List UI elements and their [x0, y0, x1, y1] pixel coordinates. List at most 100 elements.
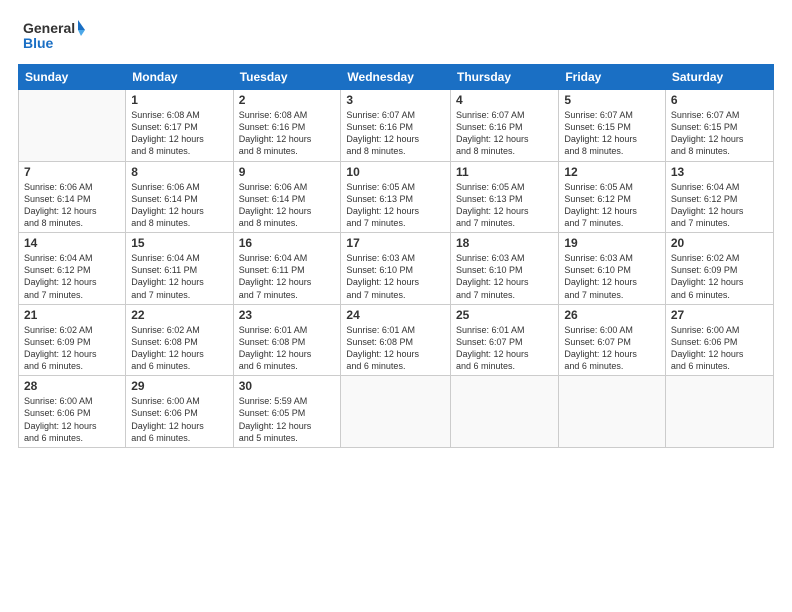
- day-info: Sunrise: 6:07 AM Sunset: 6:15 PM Dayligh…: [564, 109, 660, 158]
- day-info: Sunrise: 6:07 AM Sunset: 6:16 PM Dayligh…: [346, 109, 445, 158]
- day-info: Sunrise: 6:04 AM Sunset: 6:12 PM Dayligh…: [24, 252, 120, 301]
- logo-svg: General Blue: [18, 18, 88, 54]
- weekday-header-tuesday: Tuesday: [233, 65, 341, 90]
- calendar-cell: 17 Sunrise: 6:03 AM Sunset: 6:10 PM Dayli…: [341, 233, 451, 305]
- day-info: Sunrise: 6:08 AM Sunset: 6:17 PM Dayligh…: [131, 109, 227, 158]
- logo: General Blue: [18, 18, 88, 54]
- calendar-cell: 25 Sunrise: 6:01 AM Sunset: 6:07 PM Dayli…: [451, 304, 559, 376]
- day-number: 1: [131, 93, 227, 107]
- calendar-cell: 8 Sunrise: 6:06 AM Sunset: 6:14 PM Daylig…: [126, 161, 233, 233]
- day-info: Sunrise: 6:07 AM Sunset: 6:16 PM Dayligh…: [456, 109, 553, 158]
- day-info: Sunrise: 6:03 AM Sunset: 6:10 PM Dayligh…: [456, 252, 553, 301]
- calendar-cell: 22 Sunrise: 6:02 AM Sunset: 6:08 PM Dayli…: [126, 304, 233, 376]
- calendar-cell: 2 Sunrise: 6:08 AM Sunset: 6:16 PM Daylig…: [233, 90, 341, 162]
- calendar-cell: 12 Sunrise: 6:05 AM Sunset: 6:12 PM Dayli…: [559, 161, 666, 233]
- day-number: 20: [671, 236, 768, 250]
- day-number: 2: [239, 93, 336, 107]
- day-number: 26: [564, 308, 660, 322]
- calendar-cell: 28Sunrise: 6:00 AM Sunset: 6:06 PM Dayli…: [19, 376, 126, 448]
- calendar-cell: 30 Sunrise: 5:59 AM Sunset: 6:05 PM Dayli…: [233, 376, 341, 448]
- day-info: Sunrise: 6:01 AM Sunset: 6:08 PM Dayligh…: [239, 324, 336, 373]
- day-number: 25: [456, 308, 553, 322]
- weekday-header-sunday: Sunday: [19, 65, 126, 90]
- day-number: 4: [456, 93, 553, 107]
- day-number: 5: [564, 93, 660, 107]
- day-number: 16: [239, 236, 336, 250]
- day-number: 18: [456, 236, 553, 250]
- svg-text:Blue: Blue: [23, 35, 54, 51]
- day-info: Sunrise: 6:04 AM Sunset: 6:11 PM Dayligh…: [239, 252, 336, 301]
- day-info: Sunrise: 6:05 AM Sunset: 6:13 PM Dayligh…: [456, 181, 553, 230]
- header: General Blue: [18, 18, 774, 54]
- calendar-cell: 10 Sunrise: 6:05 AM Sunset: 6:13 PM Dayli…: [341, 161, 451, 233]
- calendar-cell: 16 Sunrise: 6:04 AM Sunset: 6:11 PM Dayli…: [233, 233, 341, 305]
- calendar-cell: 19 Sunrise: 6:03 AM Sunset: 6:10 PM Dayli…: [559, 233, 666, 305]
- day-info: Sunrise: 6:00 AM Sunset: 6:06 PM Dayligh…: [131, 395, 227, 444]
- calendar-cell: [559, 376, 666, 448]
- day-number: 17: [346, 236, 445, 250]
- day-number: 30: [239, 379, 336, 393]
- day-number: 21: [24, 308, 120, 322]
- day-info: Sunrise: 6:01 AM Sunset: 6:08 PM Dayligh…: [346, 324, 445, 373]
- day-info: Sunrise: 6:08 AM Sunset: 6:16 PM Dayligh…: [239, 109, 336, 158]
- day-number: 13: [671, 165, 768, 179]
- day-number: 8: [131, 165, 227, 179]
- day-info: Sunrise: 6:04 AM Sunset: 6:11 PM Dayligh…: [131, 252, 227, 301]
- day-info: Sunrise: 6:06 AM Sunset: 6:14 PM Dayligh…: [239, 181, 336, 230]
- calendar-cell: 18 Sunrise: 6:03 AM Sunset: 6:10 PM Dayli…: [451, 233, 559, 305]
- calendar-cell: [451, 376, 559, 448]
- weekday-header-row: SundayMondayTuesdayWednesdayThursdayFrid…: [19, 65, 774, 90]
- day-info: Sunrise: 6:02 AM Sunset: 6:09 PM Dayligh…: [671, 252, 768, 301]
- day-number: 11: [456, 165, 553, 179]
- day-info: Sunrise: 6:00 AM Sunset: 6:06 PM Dayligh…: [671, 324, 768, 373]
- calendar-cell: 24 Sunrise: 6:01 AM Sunset: 6:08 PM Dayli…: [341, 304, 451, 376]
- page: General Blue SundayMondayTuesdayWednesda…: [0, 0, 792, 612]
- calendar-table: SundayMondayTuesdayWednesdayThursdayFrid…: [18, 64, 774, 448]
- day-number: 23: [239, 308, 336, 322]
- day-number: 10: [346, 165, 445, 179]
- day-number: 22: [131, 308, 227, 322]
- calendar-cell: 13 Sunrise: 6:04 AM Sunset: 6:12 PM Dayli…: [665, 161, 773, 233]
- calendar-cell: 11 Sunrise: 6:05 AM Sunset: 6:13 PM Dayli…: [451, 161, 559, 233]
- day-info: Sunrise: 6:06 AM Sunset: 6:14 PM Dayligh…: [24, 181, 120, 230]
- day-number: 24: [346, 308, 445, 322]
- day-info: Sunrise: 6:02 AM Sunset: 6:09 PM Dayligh…: [24, 324, 120, 373]
- week-row-4: 21 Sunrise: 6:02 AM Sunset: 6:09 PM Dayli…: [19, 304, 774, 376]
- day-info: Sunrise: 5:59 AM Sunset: 6:05 PM Dayligh…: [239, 395, 336, 444]
- calendar-cell: [665, 376, 773, 448]
- calendar-cell: 27Sunrise: 6:00 AM Sunset: 6:06 PM Dayli…: [665, 304, 773, 376]
- day-number: 12: [564, 165, 660, 179]
- day-info: Sunrise: 6:03 AM Sunset: 6:10 PM Dayligh…: [346, 252, 445, 301]
- day-info: Sunrise: 6:02 AM Sunset: 6:08 PM Dayligh…: [131, 324, 227, 373]
- calendar-cell: [19, 90, 126, 162]
- day-info: Sunrise: 6:00 AM Sunset: 6:07 PM Dayligh…: [564, 324, 660, 373]
- day-info: Sunrise: 6:07 AM Sunset: 6:15 PM Dayligh…: [671, 109, 768, 158]
- day-number: 29: [131, 379, 227, 393]
- day-number: 14: [24, 236, 120, 250]
- week-row-1: 1 Sunrise: 6:08 AM Sunset: 6:17 PM Daylig…: [19, 90, 774, 162]
- day-number: 6: [671, 93, 768, 107]
- day-info: Sunrise: 6:05 AM Sunset: 6:13 PM Dayligh…: [346, 181, 445, 230]
- day-info: Sunrise: 6:01 AM Sunset: 6:07 PM Dayligh…: [456, 324, 553, 373]
- calendar-cell: 26 Sunrise: 6:00 AM Sunset: 6:07 PM Dayli…: [559, 304, 666, 376]
- calendar-cell: 4 Sunrise: 6:07 AM Sunset: 6:16 PM Daylig…: [451, 90, 559, 162]
- week-row-2: 7Sunrise: 6:06 AM Sunset: 6:14 PM Daylig…: [19, 161, 774, 233]
- calendar-cell: 1 Sunrise: 6:08 AM Sunset: 6:17 PM Daylig…: [126, 90, 233, 162]
- calendar-cell: 3Sunrise: 6:07 AM Sunset: 6:16 PM Daylig…: [341, 90, 451, 162]
- day-number: 28: [24, 379, 120, 393]
- day-number: 19: [564, 236, 660, 250]
- weekday-header-saturday: Saturday: [665, 65, 773, 90]
- day-info: Sunrise: 6:03 AM Sunset: 6:10 PM Dayligh…: [564, 252, 660, 301]
- calendar-cell: 6 Sunrise: 6:07 AM Sunset: 6:15 PM Daylig…: [665, 90, 773, 162]
- week-row-3: 14 Sunrise: 6:04 AM Sunset: 6:12 PM Dayli…: [19, 233, 774, 305]
- svg-text:General: General: [23, 20, 75, 36]
- calendar-cell: 29 Sunrise: 6:00 AM Sunset: 6:06 PM Dayli…: [126, 376, 233, 448]
- day-info: Sunrise: 6:05 AM Sunset: 6:12 PM Dayligh…: [564, 181, 660, 230]
- day-info: Sunrise: 6:06 AM Sunset: 6:14 PM Dayligh…: [131, 181, 227, 230]
- calendar-cell: 23 Sunrise: 6:01 AM Sunset: 6:08 PM Dayli…: [233, 304, 341, 376]
- weekday-header-thursday: Thursday: [451, 65, 559, 90]
- calendar-cell: 9Sunrise: 6:06 AM Sunset: 6:14 PM Daylig…: [233, 161, 341, 233]
- weekday-header-friday: Friday: [559, 65, 666, 90]
- weekday-header-monday: Monday: [126, 65, 233, 90]
- day-info: Sunrise: 6:04 AM Sunset: 6:12 PM Dayligh…: [671, 181, 768, 230]
